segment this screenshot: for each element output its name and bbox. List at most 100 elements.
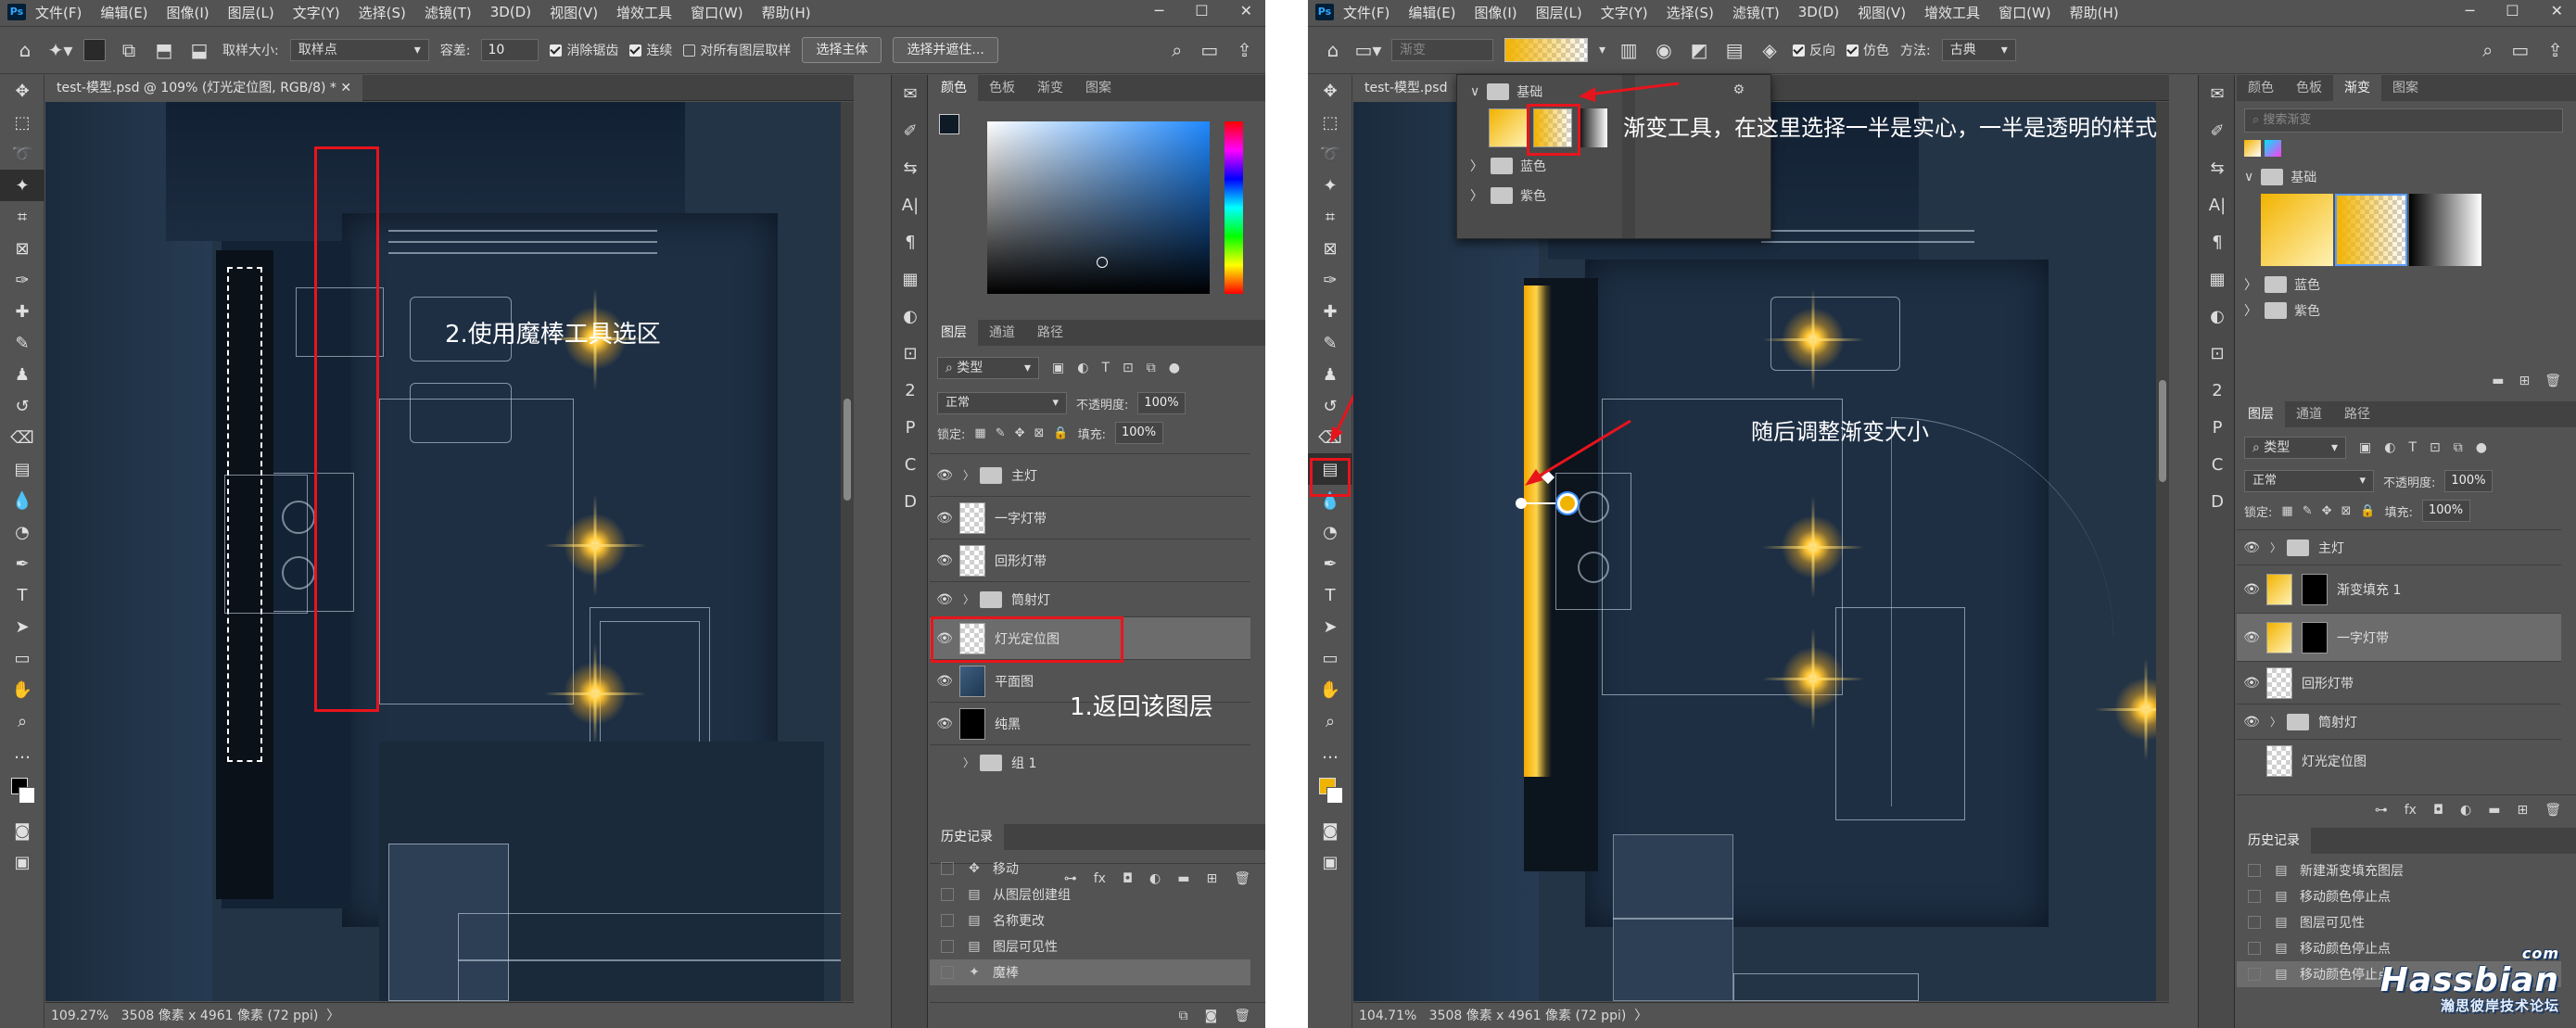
- radial-gradient-icon[interactable]: ◉: [1652, 38, 1676, 62]
- crop-tool-icon[interactable]: ⌗: [0, 201, 44, 233]
- history-item-current[interactable]: ✦ 魔棒: [930, 959, 1250, 985]
- eye-icon[interactable]: 👁: [930, 468, 959, 483]
- pen-tool-icon[interactable]: ✒: [1308, 548, 1352, 579]
- brush-panel-icon[interactable]: ✐: [2199, 112, 2236, 149]
- add-selection-icon[interactable]: ⧉: [117, 38, 141, 62]
- eye-icon[interactable]: 👁: [930, 674, 959, 689]
- gradient-preset-icon[interactable]: ▭▾: [1355, 38, 1382, 62]
- eyedropper-tool-icon[interactable]: ✑: [0, 264, 44, 296]
- fx-icon[interactable]: fx: [2405, 803, 2417, 818]
- home-icon[interactable]: ⌂: [1321, 38, 1345, 62]
- tab-channels[interactable]: 通道: [978, 320, 1026, 346]
- tolerance-input[interactable]: 10: [481, 39, 539, 61]
- reflected-gradient-icon[interactable]: ▤: [1722, 38, 1746, 62]
- canvas-vscroll[interactable]: [2156, 102, 2169, 1001]
- search-icon[interactable]: ⌕: [2482, 39, 2493, 61]
- dodge-tool-icon[interactable]: ◔: [1308, 516, 1352, 548]
- menu-type[interactable]: 文字(Y): [293, 3, 340, 22]
- menu-select[interactable]: 选择(S): [1667, 3, 1714, 22]
- plugin-p-icon[interactable]: P: [2199, 409, 2236, 446]
- plugin-2-icon[interactable]: 2: [2199, 372, 2236, 409]
- zoom-tool-icon[interactable]: ⌕: [0, 705, 44, 737]
- layer-row-selected[interactable]: 👁 一字灯带: [2237, 613, 2561, 661]
- layer-row[interactable]: 👁 渐变填充 1: [2237, 565, 2561, 613]
- zoom-level[interactable]: 109.27%: [51, 1009, 108, 1023]
- brush-tool-icon[interactable]: ✎: [0, 327, 44, 359]
- dither-checkbox[interactable]: 仿色: [1846, 41, 1889, 59]
- new-group-icon[interactable]: ▬: [2488, 803, 2500, 818]
- comments-icon[interactable]: ✉: [892, 75, 929, 112]
- gradient-swatch[interactable]: [1504, 38, 1588, 62]
- tab-layers[interactable]: 图层: [930, 320, 978, 346]
- menu-type[interactable]: 文字(Y): [1601, 3, 1648, 22]
- path-select-icon[interactable]: ➤: [1308, 611, 1352, 642]
- gradient-search-input[interactable]: ⌕ 搜索渐变: [2244, 108, 2563, 133]
- type-tool-icon[interactable]: T: [0, 579, 44, 611]
- new-selection-icon[interactable]: [83, 39, 106, 61]
- menu-window[interactable]: 窗口(W): [691, 3, 743, 22]
- linear-gradient-icon[interactable]: ▥: [1617, 38, 1641, 62]
- gradient-start-handle[interactable]: [1516, 498, 1527, 509]
- paragraph-icon[interactable]: ¶: [2199, 223, 2236, 260]
- history-item[interactable]: ▤ 移动颜色停止点: [2237, 883, 2561, 909]
- layer-row[interactable]: 👁 回形灯带: [930, 539, 1250, 581]
- eye-icon[interactable]: 👁: [930, 592, 959, 607]
- frame-tool-icon[interactable]: ⊠: [1308, 233, 1352, 264]
- menu-filter[interactable]: 滤镜(T): [425, 3, 472, 22]
- gradient-mode-select[interactable]: 渐变: [1391, 39, 1493, 61]
- history-item[interactable]: ▤ 名称更改: [930, 907, 1250, 933]
- adjust-panel-icon[interactable]: ⇆: [892, 149, 929, 186]
- plugin-d-icon[interactable]: D: [2199, 483, 2236, 520]
- quick-mask-icon[interactable]: ◙: [1308, 815, 1352, 846]
- lasso-tool-icon[interactable]: ➰: [0, 138, 44, 170]
- workspace-icon[interactable]: ▭: [2511, 39, 2529, 61]
- share-icon[interactable]: ⇪: [1237, 39, 1252, 61]
- layer-row[interactable]: 灯光定位图: [2237, 739, 2561, 781]
- eye-icon[interactable]: 👁: [930, 511, 959, 526]
- gradient-preset-half-transparent[interactable]: [1533, 108, 1572, 147]
- screen-mode-icon[interactable]: ▣: [0, 846, 44, 878]
- tab-layers[interactable]: 图层: [2237, 401, 2285, 427]
- picker-group-purple[interactable]: 〉紫色: [1470, 186, 1546, 205]
- brush-panel-icon[interactable]: ✐: [892, 112, 929, 149]
- maximize-icon[interactable]: ☐: [1195, 2, 1208, 19]
- eyedropper-tool-icon[interactable]: ✑: [1308, 264, 1352, 296]
- tab-color[interactable]: 颜色: [930, 75, 978, 101]
- plugin-p-icon[interactable]: P: [892, 409, 929, 446]
- filter-toggle-icon[interactable]: ●: [2476, 440, 2487, 455]
- tab-gradients[interactable]: 渐变: [1026, 75, 1074, 101]
- delete-layer-icon[interactable]: 🗑: [2544, 803, 2561, 818]
- history-item[interactable]: ▤ 移动颜色停止点: [2237, 935, 2561, 961]
- minimize-icon[interactable]: ─: [2466, 2, 2475, 19]
- magic-wand-tool-icon[interactable]: ✦: [0, 170, 44, 201]
- add-mask-icon[interactable]: ◘: [2433, 803, 2443, 818]
- recent-gradient-swatch[interactable]: [2265, 140, 2281, 157]
- menu-3d[interactable]: 3D(D): [490, 4, 531, 20]
- blur-tool-icon[interactable]: 💧: [0, 485, 44, 516]
- frame-tool-icon[interactable]: ⊠: [0, 233, 44, 264]
- hand-tool-icon[interactable]: ✋: [1308, 674, 1352, 705]
- eye-hidden-icon[interactable]: [2237, 754, 2266, 768]
- tab-gradients[interactable]: 渐变: [2333, 75, 2381, 101]
- menu-edit[interactable]: 编辑(E): [100, 3, 147, 22]
- tab-swatches[interactable]: 色板: [2285, 75, 2333, 101]
- canvas[interactable]: 2.使用魔棒工具选区: [45, 102, 854, 1001]
- brush-tool-icon[interactable]: ✎: [1308, 327, 1352, 359]
- blend-mode-select[interactable]: 正常 ▾: [937, 392, 1067, 414]
- lock-transparency-icon[interactable]: ▦: [974, 426, 985, 440]
- gradient-group-purple[interactable]: 〉紫色: [2244, 301, 2320, 320]
- canvas-vscroll[interactable]: [841, 102, 854, 1001]
- menu-window[interactable]: 窗口(W): [1999, 3, 2051, 22]
- plugin-2-icon[interactable]: 2: [892, 372, 929, 409]
- tab-paths[interactable]: 路径: [2333, 401, 2381, 427]
- healing-tool-icon[interactable]: ✚: [1308, 296, 1352, 327]
- zoom-tool-icon[interactable]: ⌕: [1308, 705, 1352, 737]
- menu-view[interactable]: 视图(V): [1858, 3, 1906, 22]
- select-and-mask-button[interactable]: 选择并遮住...: [893, 37, 998, 63]
- reverse-checkbox[interactable]: 反向: [1793, 41, 1835, 59]
- menu-filter[interactable]: 滤镜(T): [1732, 3, 1780, 22]
- fill-input[interactable]: 100%: [1114, 422, 1163, 444]
- character-icon[interactable]: A|: [892, 186, 929, 223]
- tab-patterns[interactable]: 图案: [1074, 75, 1123, 101]
- tab-history[interactable]: 历史记录: [2237, 828, 2311, 854]
